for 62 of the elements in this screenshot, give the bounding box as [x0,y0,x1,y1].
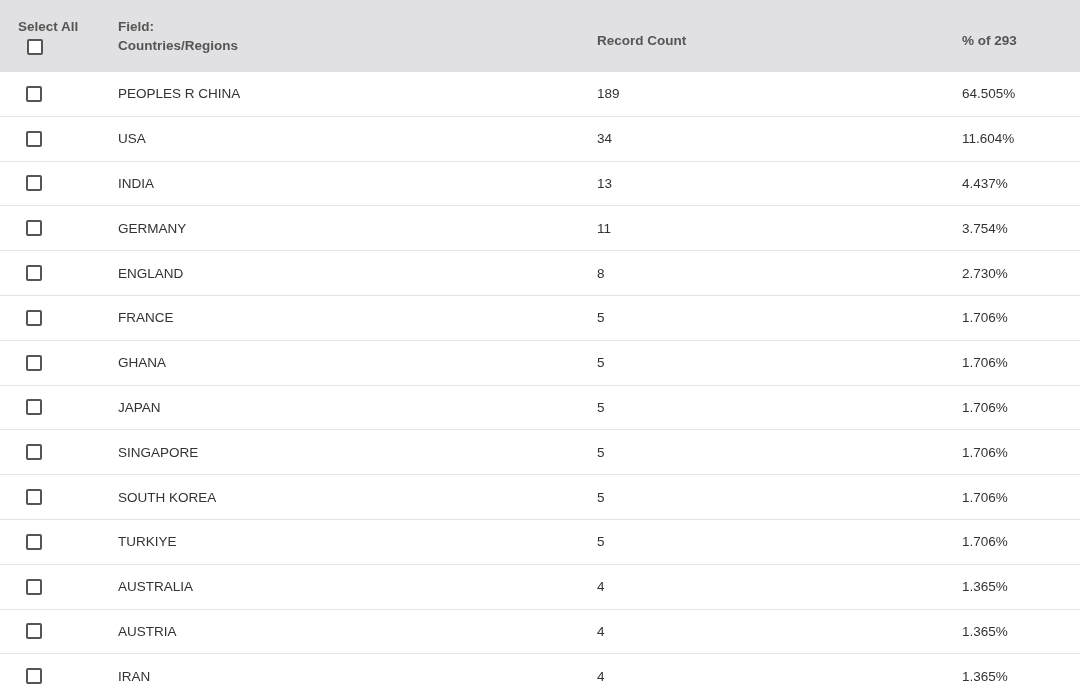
column-header: Countries/Regions [118,37,239,55]
table-cell: 4 [597,623,605,639]
table-cell: INDIA [118,176,154,191]
table-cell: 1.706% [962,534,1008,550]
table-cell: 34 [597,131,613,147]
checkbox[interactable] [27,39,43,55]
table-cell: AUSTRALIA [118,579,194,595]
table-cell: 64.505% [962,86,1016,102]
table-cell: AUSTRIA [118,623,177,639]
column-header: Field: [118,18,155,36]
checkbox[interactable] [26,175,42,192]
checkbox[interactable] [26,265,42,282]
select-all-label: Select All [18,18,79,36]
table-cell: 5 [597,310,605,326]
table-cell: PEOPLES R CHINA [118,86,241,102]
table-cell: 1.706% [962,355,1008,371]
checkbox[interactable] [26,444,42,461]
table-cell: 5 [597,489,605,505]
checkbox[interactable] [26,354,42,371]
table-cell: SOUTH KOREA [118,489,217,505]
table-cell: JAPAN [118,399,161,415]
table-cell: 11.604% [962,131,1015,147]
table-cell: 5 [597,444,605,460]
table-cell: 1.706% [962,444,1008,460]
table-cell: SINGAPORE [118,444,199,460]
table-cell: 13 [597,176,613,191]
table-cell: 1.706% [962,310,1008,326]
checkbox[interactable] [26,623,42,640]
table-cell: TURKIYE [118,534,177,550]
table-cell: 2.730% [962,265,1008,281]
checkbox[interactable] [26,578,42,595]
table-cell: 5 [597,399,605,415]
table-cell: GHANA [118,355,166,371]
table-cell: 4 [597,668,605,684]
table-cell: 4.437% [962,176,1008,191]
column-header: Record Count [597,31,688,50]
table-cell: 1.365% [962,623,1008,639]
checkbox[interactable] [26,309,42,326]
table-cell: 11 [597,220,611,236]
checkbox[interactable] [26,220,42,237]
checkbox[interactable] [26,668,42,685]
table-cell: 1.706% [962,489,1008,505]
table-cell: FRANCE [118,310,174,326]
checkbox[interactable] [26,130,42,147]
table-cell: ENGLAND [118,265,184,281]
table-cell: 3.754% [962,220,1008,236]
column-header: % of 293 [962,31,1018,50]
table-cell: 4 [597,579,605,595]
table-cell: 1.365% [962,668,1008,684]
table-cell: 1.365% [962,579,1008,595]
table-cell: IRAN [118,668,151,684]
table-cell: USA [118,131,146,147]
table-cell: 189 [597,86,620,102]
table-cell: 8 [597,265,605,281]
table-cell: 1.706% [962,399,1008,415]
table-cell: 5 [597,534,605,550]
checkbox[interactable] [26,85,42,102]
checkbox[interactable] [26,399,42,416]
table-cell: 5 [597,355,605,371]
checkbox[interactable] [26,533,42,550]
table-cell: GERMANY [118,220,187,236]
checkbox[interactable] [26,489,42,506]
